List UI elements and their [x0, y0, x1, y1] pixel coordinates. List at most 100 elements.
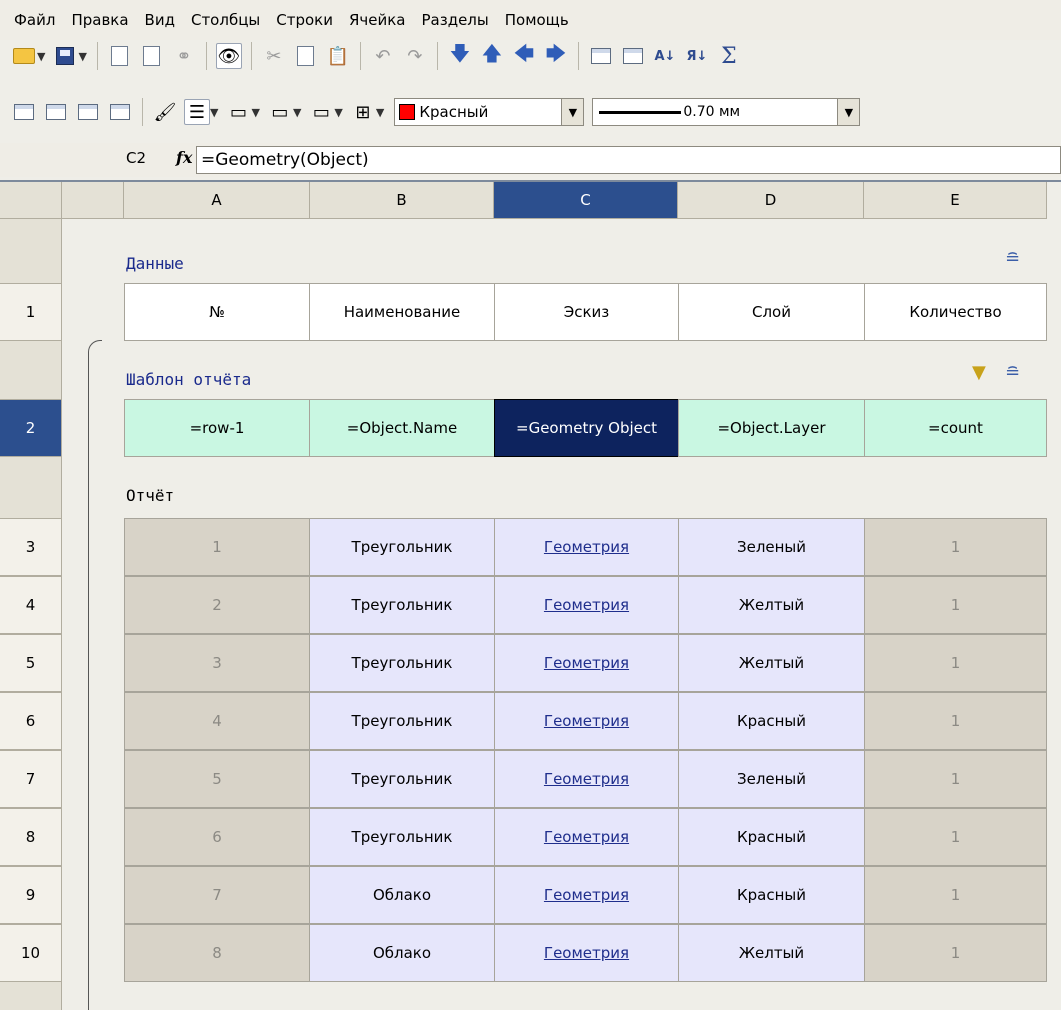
- report-cell-count[interactable]: 1: [864, 576, 1047, 634]
- report-cell-count[interactable]: 1: [864, 692, 1047, 750]
- line-width-select[interactable]: 0.70 мм ▼: [592, 98, 861, 126]
- report-cell-sketch[interactable]: Геометрия: [494, 692, 679, 750]
- report-cell-sketch[interactable]: Геометрия: [494, 866, 679, 924]
- sum-icon[interactable]: Σ: [716, 43, 742, 69]
- row-header-3[interactable]: 3: [0, 518, 62, 576]
- line-style-icon[interactable]: ▭: [225, 99, 251, 125]
- row-header-9[interactable]: 9: [0, 866, 62, 924]
- chevron-down-icon[interactable]: ▼: [561, 99, 584, 125]
- line-style-3-dropdown-icon[interactable]: ▼: [334, 106, 342, 119]
- template-cell-c-selected[interactable]: =Geometry Object: [494, 399, 679, 457]
- form-icon[interactable]: [620, 43, 646, 69]
- template-cell-d[interactable]: =Object.Layer: [678, 399, 865, 457]
- menu-sections[interactable]: Разделы: [421, 11, 488, 29]
- header-cell-sketch[interactable]: Эскиз: [494, 283, 679, 341]
- menu-file[interactable]: Файл: [14, 11, 55, 29]
- link-icon[interactable]: ⚭: [171, 43, 197, 69]
- insert-table-icon[interactable]: [11, 99, 37, 125]
- export-icon[interactable]: [139, 43, 165, 69]
- report-cell-sketch[interactable]: Геометрия: [494, 750, 679, 808]
- row-header-10[interactable]: 10: [0, 924, 62, 982]
- sort-ascending-icon[interactable]: А↓: [652, 43, 678, 69]
- report-cell-sketch[interactable]: Геометрия: [494, 518, 679, 576]
- section-settings-icon[interactable]: ≘: [1005, 362, 1020, 383]
- geometry-link[interactable]: Геометрия: [544, 828, 629, 846]
- report-cell-count[interactable]: 1: [864, 866, 1047, 924]
- report-cell-name[interactable]: Треугольник: [309, 518, 495, 576]
- image-icon[interactable]: [588, 43, 614, 69]
- report-cell-sketch[interactable]: Геометрия: [494, 576, 679, 634]
- row-header-8[interactable]: 8: [0, 808, 62, 866]
- arrow-up-icon[interactable]: 🡅: [479, 41, 505, 69]
- redo-icon[interactable]: ↷: [402, 43, 428, 69]
- preview-eye-icon[interactable]: 👁: [215, 43, 242, 69]
- arrow-right-icon[interactable]: 🡆: [543, 41, 569, 69]
- template-cell-a[interactable]: =row-1: [124, 399, 310, 457]
- column-header-c[interactable]: C: [494, 182, 678, 219]
- menu-columns[interactable]: Столбцы: [191, 11, 260, 29]
- report-cell-layer[interactable]: Желтый: [678, 634, 865, 692]
- open-dropdown-icon[interactable]: ▼: [37, 50, 45, 63]
- report-cell-layer[interactable]: Красный: [678, 866, 865, 924]
- line-style-3-icon[interactable]: ▭: [308, 99, 334, 125]
- geometry-link[interactable]: Геометрия: [544, 886, 629, 904]
- borders-icon[interactable]: ⊞: [350, 99, 376, 125]
- copy-icon[interactable]: [293, 43, 319, 69]
- report-cell-layer[interactable]: Красный: [678, 692, 865, 750]
- template-cell-b[interactable]: =Object.Name: [309, 399, 495, 457]
- color-select[interactable]: Красный ▼: [394, 98, 585, 126]
- report-cell-count[interactable]: 1: [864, 750, 1047, 808]
- save-dropdown-icon[interactable]: ▼: [78, 50, 86, 63]
- report-cell-sketch[interactable]: Геометрия: [494, 634, 679, 692]
- report-cell-name[interactable]: Треугольник: [309, 750, 495, 808]
- open-folder-icon[interactable]: [11, 43, 37, 69]
- geometry-link[interactable]: Геометрия: [544, 770, 629, 788]
- menu-cell[interactable]: Ячейка: [349, 11, 406, 29]
- row-header-2[interactable]: 2: [0, 399, 62, 457]
- properties-icon[interactable]: [107, 43, 133, 69]
- report-cell-layer[interactable]: Зеленый: [678, 518, 865, 576]
- report-cell-layer[interactable]: Зеленый: [678, 750, 865, 808]
- report-cell-name[interactable]: Треугольник: [309, 634, 495, 692]
- merge-cells-icon[interactable]: [75, 99, 101, 125]
- report-cell-layer[interactable]: Желтый: [678, 576, 865, 634]
- report-cell-number[interactable]: 3: [124, 634, 310, 692]
- geometry-link[interactable]: Геометрия: [544, 712, 629, 730]
- borders-dropdown-icon[interactable]: ▼: [376, 106, 384, 119]
- report-cell-name[interactable]: Треугольник: [309, 692, 495, 750]
- formula-input[interactable]: =Geometry(Object): [196, 146, 1061, 174]
- report-cell-count[interactable]: 1: [864, 518, 1047, 576]
- row-header-1[interactable]: 1: [0, 283, 62, 341]
- header-cell-count[interactable]: Количество: [864, 283, 1047, 341]
- template-cell-e[interactable]: =count: [864, 399, 1047, 457]
- arrow-left-icon[interactable]: 🡄: [511, 41, 537, 69]
- geometry-link[interactable]: Геометрия: [544, 538, 629, 556]
- report-cell-number[interactable]: 6: [124, 808, 310, 866]
- line-style-dropdown-icon[interactable]: ▼: [251, 106, 259, 119]
- column-header-d[interactable]: D: [678, 182, 864, 219]
- cut-icon[interactable]: ✂: [261, 43, 287, 69]
- edit-cell-icon[interactable]: [107, 99, 133, 125]
- menu-help[interactable]: Помощь: [505, 11, 569, 29]
- header-cell-name[interactable]: Наименование: [309, 283, 495, 341]
- paste-icon[interactable]: 📋: [325, 43, 351, 69]
- report-cell-name[interactable]: Облако: [309, 866, 495, 924]
- line-style-2-icon[interactable]: ▭: [267, 99, 293, 125]
- report-cell-number[interactable]: 4: [124, 692, 310, 750]
- row-header-4[interactable]: 4: [0, 576, 62, 634]
- undo-icon[interactable]: ↶: [370, 43, 396, 69]
- column-header-b[interactable]: B: [310, 182, 494, 219]
- chevron-down-icon[interactable]: ▼: [837, 99, 860, 125]
- menu-edit[interactable]: Правка: [71, 11, 128, 29]
- report-cell-name[interactable]: Треугольник: [309, 576, 495, 634]
- report-cell-layer[interactable]: Желтый: [678, 924, 865, 982]
- arrow-down-icon[interactable]: 🡇: [447, 41, 473, 69]
- report-cell-name[interactable]: Облако: [309, 924, 495, 982]
- column-header-a[interactable]: A: [124, 182, 310, 219]
- row-header-5[interactable]: 5: [0, 634, 62, 692]
- header-cell-layer[interactable]: Слой: [678, 283, 865, 341]
- geometry-link[interactable]: Геометрия: [544, 596, 629, 614]
- report-cell-count[interactable]: 1: [864, 634, 1047, 692]
- cell-reference[interactable]: C2: [126, 149, 146, 167]
- function-icon[interactable]: fx: [176, 148, 192, 167]
